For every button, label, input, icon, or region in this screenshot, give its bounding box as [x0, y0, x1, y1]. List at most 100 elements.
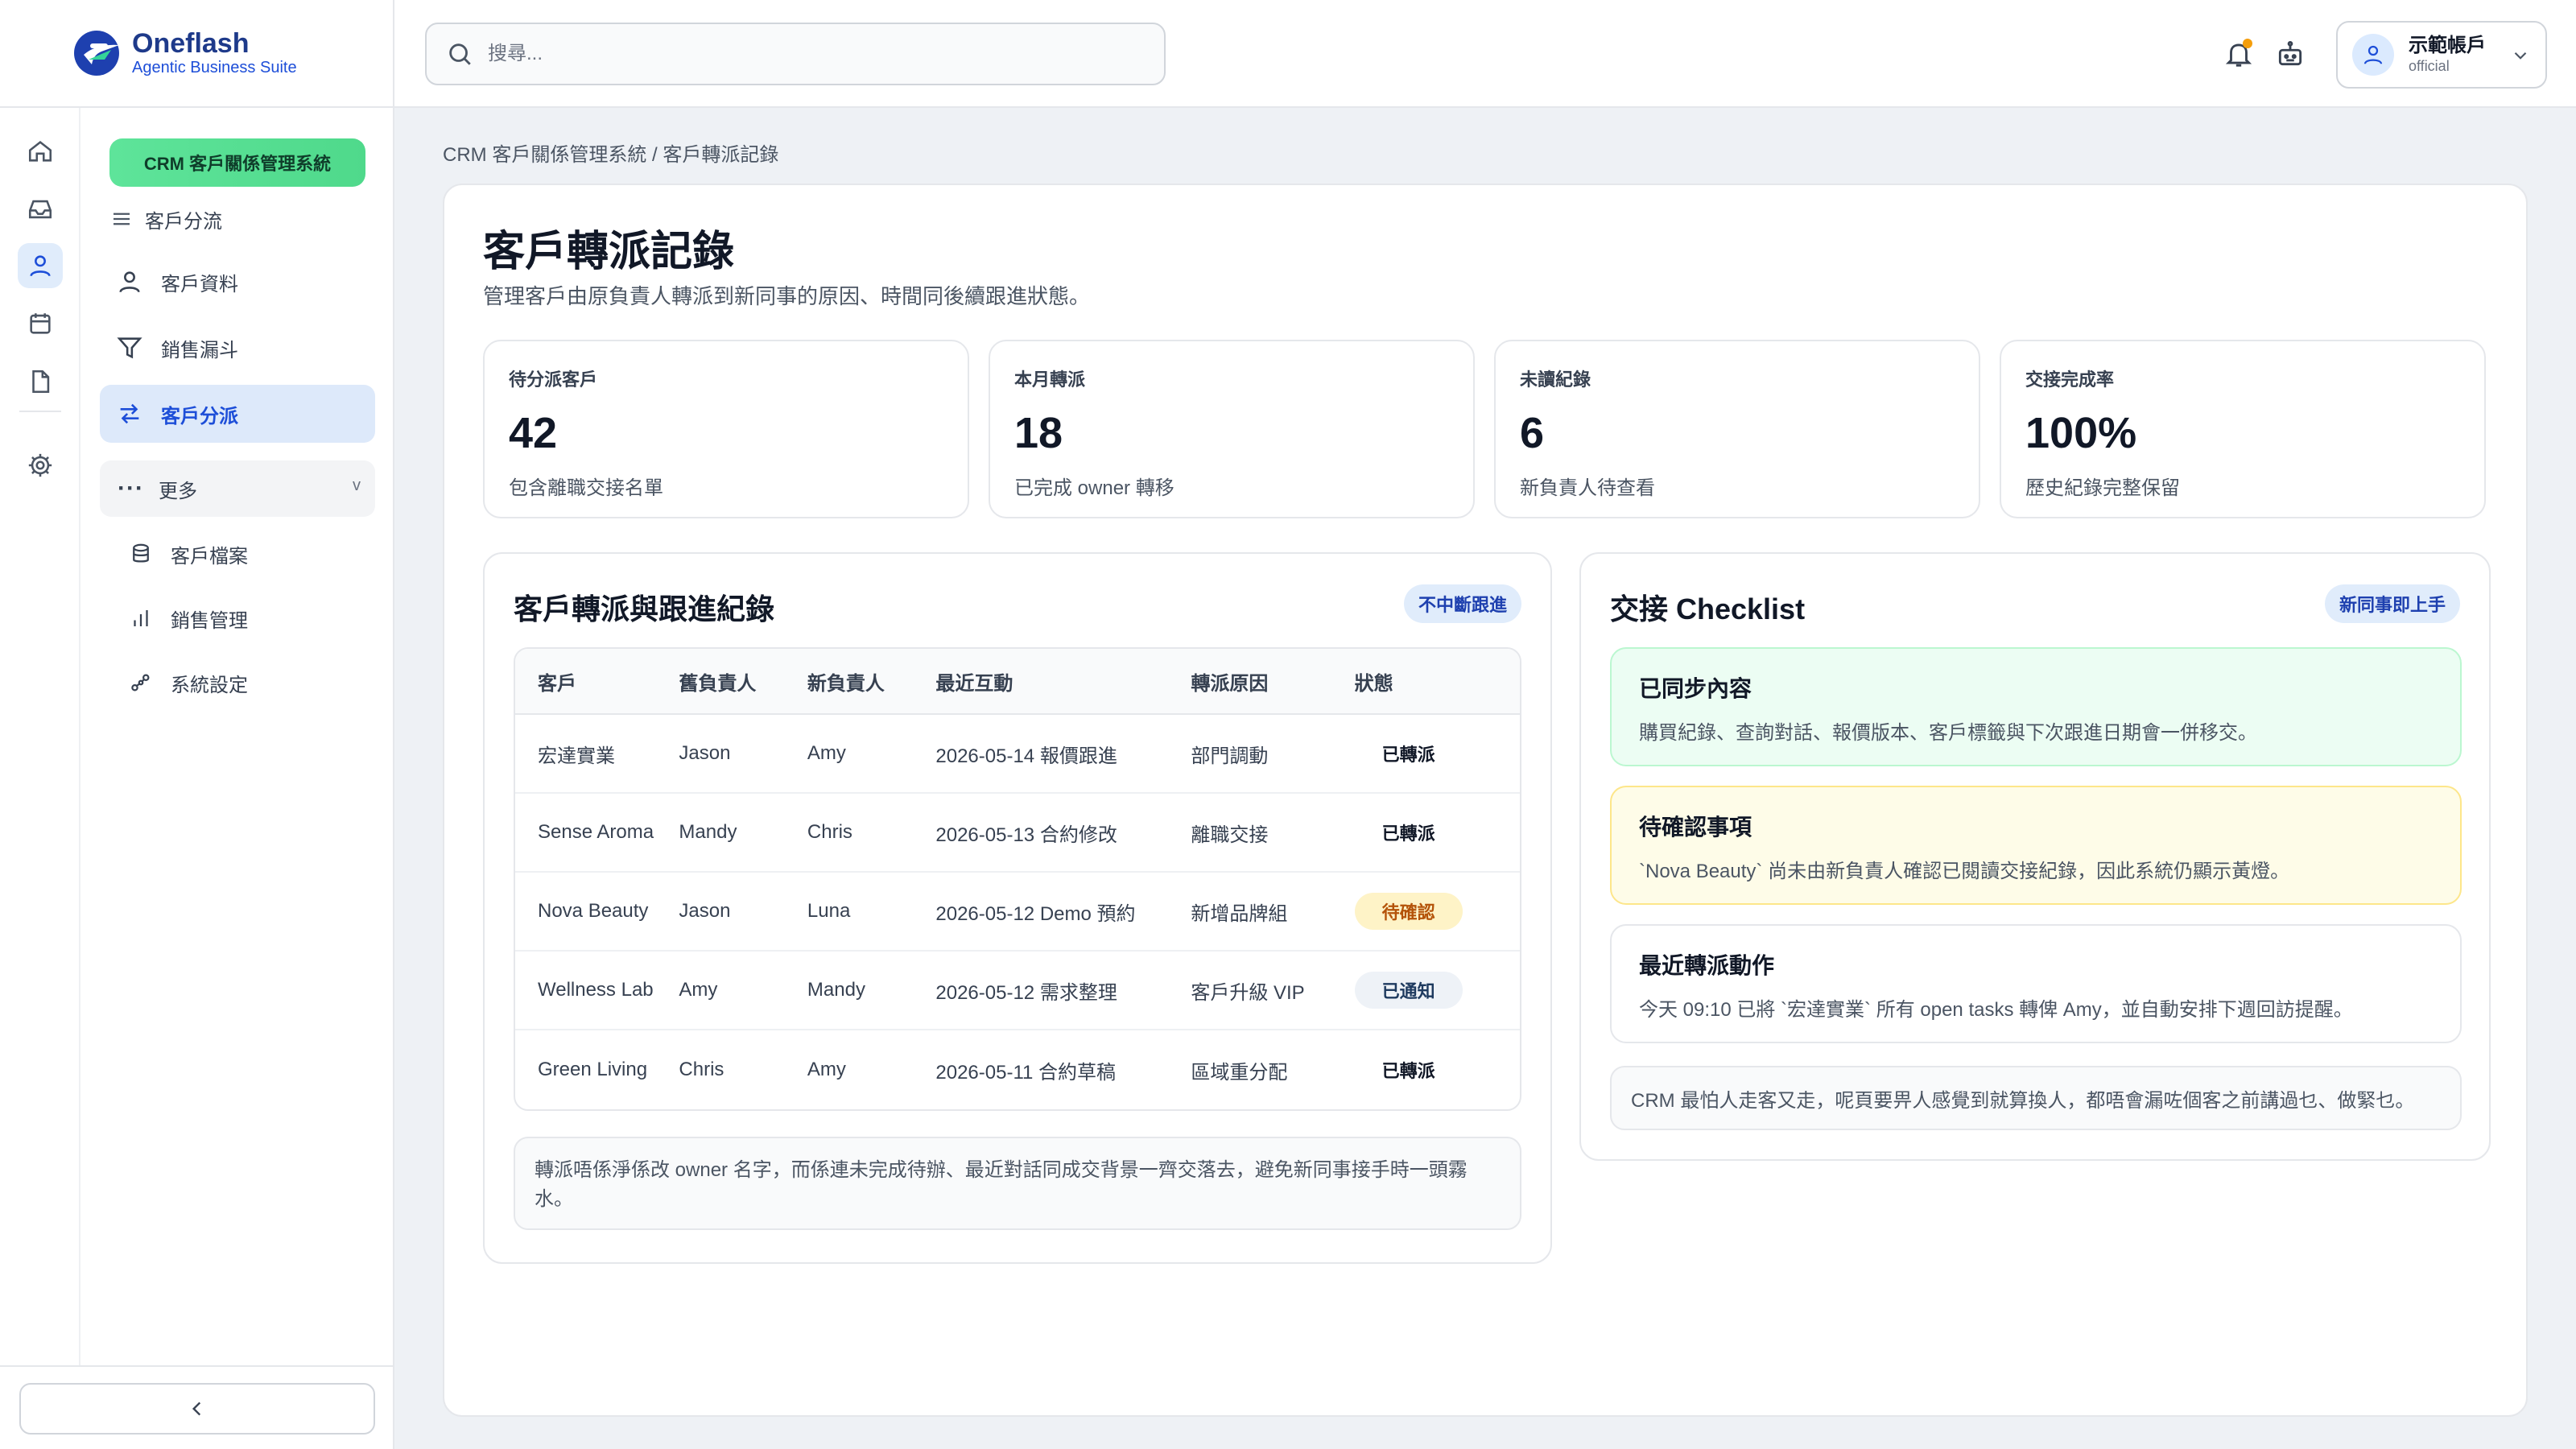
main-card: 客戶轉派記錄 管理客戶由原負責人轉派到新同事的原因、時間同後續跟進狀態。 待分派…: [443, 184, 2528, 1417]
cell-customer: 宏達實業: [538, 745, 615, 767]
nav-item-label: 銷售漏斗: [161, 339, 238, 361]
search-input[interactable]: [488, 43, 1132, 65]
cell-reason: 離職交接: [1191, 824, 1269, 846]
funnel-icon: [117, 337, 142, 359]
brand-name: Oneflash: [132, 28, 250, 59]
settings-icon[interactable]: [18, 443, 63, 488]
oneflash-logo-icon: [74, 31, 119, 76]
search-box[interactable]: [425, 23, 1166, 85]
assistant-button[interactable]: [2272, 35, 2309, 72]
nav-group-header[interactable]: 客戶分流: [109, 203, 222, 235]
collapse-sidebar-button[interactable]: [19, 1383, 375, 1435]
cell-new-owner: Amy: [807, 1059, 846, 1080]
chevron-down-icon: [2514, 52, 2527, 60]
nav-item-label: 客戶分派: [161, 405, 238, 427]
account-menu[interactable]: 示範帳戶 official: [2336, 21, 2547, 89]
database-icon: [133, 543, 149, 563]
column-header[interactable]: 新負責人: [807, 667, 935, 696]
nav-more-label: 更多: [158, 480, 197, 502]
panel-title: 客戶轉派與跟進紀錄: [514, 592, 775, 625]
table-row[interactable]: Wellness Lab Amy Mandy 2026-05-12 需求整理 客…: [515, 952, 1520, 1030]
cell-old-owner: Chris: [679, 1059, 724, 1080]
stat-note: 歷史紀錄完整保留: [2025, 477, 2180, 499]
table-row[interactable]: Nova Beauty Jason Luna 2026-05-12 Demo 預…: [515, 873, 1520, 952]
notification-dot: [2243, 39, 2252, 48]
cell-reason: 新增品牌組: [1191, 902, 1288, 925]
page-subtitle: 管理客戶由原負責人轉派到新同事的原因、時間同後續跟進狀態。: [483, 284, 1091, 308]
more-dots-icon: ···: [118, 475, 144, 502]
inbox-icon[interactable]: [18, 187, 63, 232]
transfer-note: 轉派唔係淨係改 owner 名字，而係連未完成待辦、最近對話同成交背景一齊交落去…: [514, 1137, 1521, 1230]
column-header[interactable]: 舊負責人: [679, 667, 807, 696]
user-icon[interactable]: [18, 243, 63, 288]
column-header[interactable]: 轉派原因: [1191, 667, 1354, 696]
cell-old-owner: Jason: [679, 742, 731, 764]
cell-new-owner: Amy: [807, 742, 846, 764]
panel-title: 交接 Checklist: [1610, 592, 1806, 625]
brand-tagline: Agentic Business Suite: [132, 59, 297, 76]
avatar: [2352, 34, 2394, 76]
stat-note: 包含離職交接名單: [509, 477, 663, 499]
cell-customer: Wellness Lab: [538, 979, 654, 1001]
rail-divider: [19, 411, 61, 412]
system-pill[interactable]: CRM 客戶關係管理系統: [109, 138, 365, 187]
cell-new-owner: Chris: [807, 821, 852, 843]
stat-label: 待分派客戶: [509, 369, 598, 390]
user-icon: [2363, 45, 2383, 64]
cell-last-interaction: 2026-05-11 合約草稿: [935, 1061, 1117, 1084]
nav-item-customer-assign[interactable]: 客戶分派: [100, 385, 375, 443]
checklist-desc: `Nova Beauty` 尚未由新負責人確認已閱讀交接紀錄，因此系統仍顯示黃燈…: [1639, 861, 2290, 882]
checklist-desc: 今天 09:10 已將 `宏達實業` 所有 open tasks 轉俾 Amy，…: [1639, 999, 2353, 1021]
workflow-icon: [131, 674, 150, 691]
checklist-title: 待確認事項: [1639, 815, 1752, 840]
table-header: 客戶 舊負責人 新負責人 最近互動 轉派原因 狀態: [515, 649, 1520, 715]
cell-old-owner: Jason: [679, 900, 731, 922]
calendar-icon[interactable]: [18, 301, 63, 346]
notification-button[interactable]: [2220, 35, 2257, 72]
table-row[interactable]: Green Living Chris Amy 2026-05-11 合約草稿 區…: [515, 1030, 1520, 1109]
cell-old-owner: Mandy: [679, 821, 737, 843]
nav-sub-system-settings[interactable]: 系統設定: [129, 658, 248, 707]
checklist-quote: CRM 最怕人走客又走，呢頁要畀人感覺到就算換人，都唔會漏咗個客之前講過乜、做緊…: [1610, 1066, 2462, 1130]
cell-last-interaction: 2026-05-14 報價跟進: [935, 745, 1117, 767]
cell-last-interaction: 2026-05-12 需求整理: [935, 981, 1117, 1004]
bar-chart-icon: [134, 610, 148, 626]
stat-label: 未讀紀錄: [1520, 369, 1591, 390]
sidebar-footer: [0, 1365, 394, 1449]
icon-rail: [0, 108, 80, 1368]
home-icon[interactable]: [18, 129, 63, 174]
table-row[interactable]: 宏達實業 Jason Amy 2026-05-14 報價跟進 部門調動 已轉派: [515, 715, 1520, 794]
nav-sub-label: 客戶檔案: [171, 545, 248, 568]
cell-last-interaction: 2026-05-12 Demo 預約: [935, 902, 1136, 925]
cell-new-owner: Luna: [807, 900, 851, 922]
stat-note: 已完成 owner 轉移: [1014, 477, 1174, 499]
nav-panel: CRM 客戶關係管理系統 客戶分流 客戶資料 銷售漏斗 客戶分派 ··· 更多 …: [80, 108, 394, 1368]
account-role: official: [2409, 58, 2450, 74]
nav-item-label: 客戶資料: [161, 273, 238, 295]
stat-value: 100%: [2025, 409, 2137, 457]
nav-sub-customer-files[interactable]: 客戶檔案: [129, 530, 248, 578]
chevron-left-icon: [192, 1402, 201, 1416]
cell-customer: Nova Beauty: [538, 900, 649, 922]
user-icon: [119, 271, 140, 293]
status-badge: 已轉派: [1354, 1051, 1463, 1088]
table-row[interactable]: Sense Aroma Mandy Chris 2026-05-13 合約修改 …: [515, 794, 1520, 873]
nav-item-customer-data[interactable]: 客戶資料: [100, 253, 375, 311]
cell-customer: Sense Aroma: [538, 821, 654, 843]
brand-header: Oneflash Agentic Business Suite: [0, 0, 394, 108]
stat-card-unread: 未讀紀錄 6 新負責人待查看: [1494, 340, 1980, 518]
checklist-title: 已同步內容: [1639, 676, 1752, 701]
column-header[interactable]: 客戶: [515, 667, 679, 696]
nav-item-sales-funnel[interactable]: 銷售漏斗: [100, 319, 375, 377]
status-badge: 待確認: [1354, 893, 1463, 930]
nav-more-toggle[interactable]: ··· 更多 v: [100, 460, 375, 517]
stat-card-completion: 交接完成率 100% 歷史紀錄完整保留: [2000, 340, 2486, 518]
stat-card-monthly: 本月轉派 18 已完成 owner 轉移: [989, 340, 1475, 518]
column-header[interactable]: 最近互動: [935, 667, 1191, 696]
column-header[interactable]: 狀態: [1355, 667, 1520, 696]
nav-sub-sales-management[interactable]: 銷售管理: [129, 594, 248, 642]
status-badge: 已轉派: [1354, 814, 1463, 851]
panel-badge: 不中斷跟進: [1403, 584, 1521, 623]
document-icon[interactable]: [18, 359, 63, 404]
panel-badge: 新同事即上手: [2324, 584, 2460, 623]
